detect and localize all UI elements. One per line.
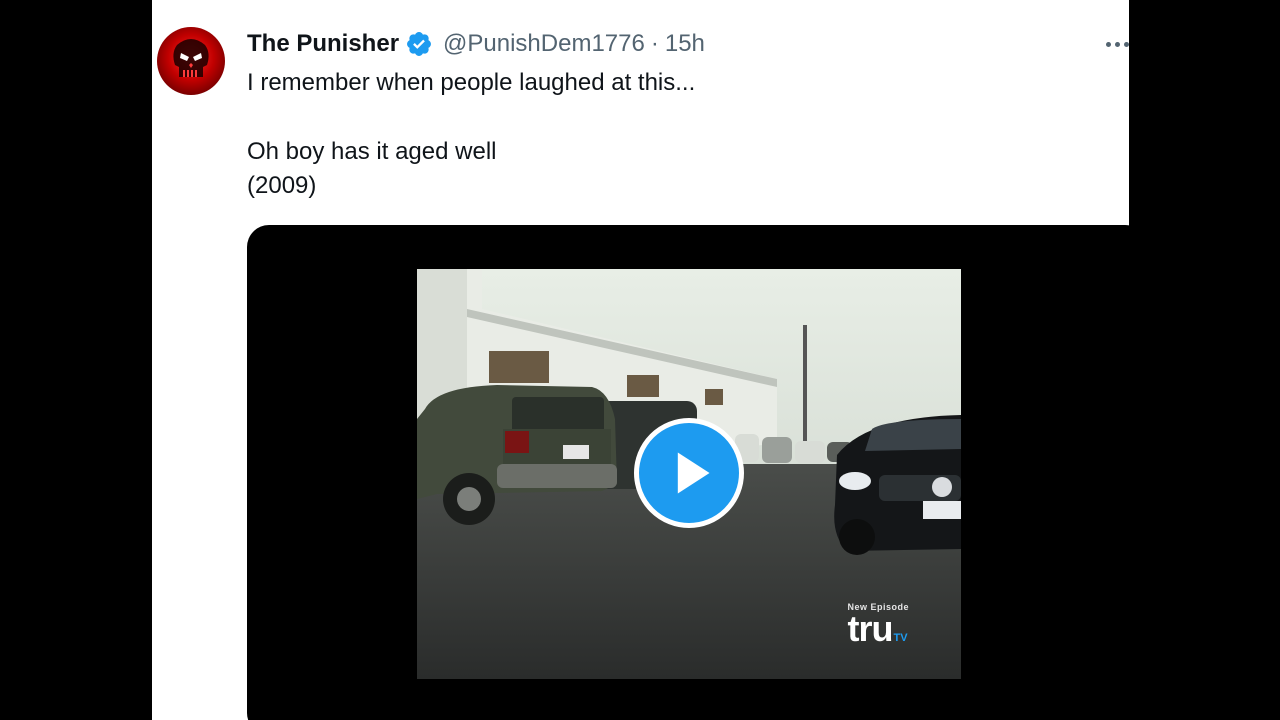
author-name[interactable]: The Punisher [247, 30, 399, 58]
more-options-icon[interactable] [1099, 32, 1129, 56]
play-button[interactable] [634, 418, 744, 528]
timestamp[interactable]: 15h [665, 30, 705, 58]
watermark-sub-text: TV [893, 632, 908, 644]
tweet-text-line: Oh boy has it aged well [247, 138, 497, 165]
tweet-text-line: (2009) [247, 172, 317, 199]
play-icon [677, 452, 710, 494]
trutv-watermark: New Episode truTV [847, 602, 909, 655]
skull-icon [173, 39, 209, 77]
trutv-logo: truTV [847, 611, 909, 655]
tweet-header: The Punisher @PunishDem1776 · 15h [247, 28, 705, 60]
watermark-logo-text: tru [847, 608, 893, 649]
tweet-text: I remember when people laughed at this..… [247, 66, 1087, 203]
video-player[interactable]: New Episode truTV [247, 225, 1129, 720]
author-handle[interactable]: @PunishDem1776 [443, 30, 645, 58]
separator-dot: · [650, 30, 659, 57]
avatar[interactable] [157, 27, 225, 95]
tweet-text-line: I remember when people laughed at this..… [247, 69, 696, 96]
verified-badge-icon[interactable] [405, 30, 433, 58]
tweet-card[interactable]: The Punisher @PunishDem1776 · 15h I reme… [152, 0, 1129, 720]
